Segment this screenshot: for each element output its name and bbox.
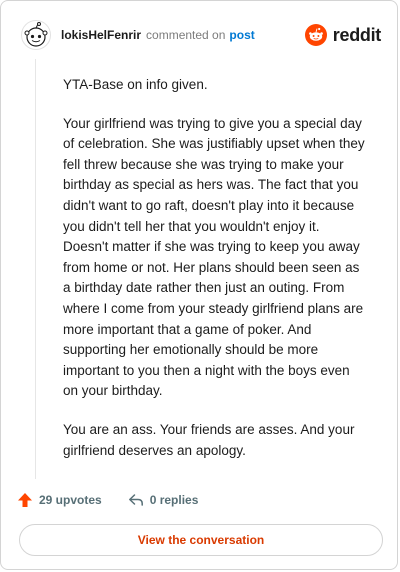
upvote-arrow-icon	[18, 493, 32, 507]
commented-on-text: commented on	[146, 28, 226, 42]
reply-button[interactable]: 0 replies	[128, 492, 199, 508]
reply-arrow-icon	[128, 494, 143, 506]
upvote-count: 29 upvotes	[39, 493, 102, 507]
comment-paragraph: YTA-Base on info given.	[63, 77, 208, 92]
reddit-brand[interactable]: reddit	[304, 24, 382, 46]
post-link[interactable]: post	[229, 28, 254, 42]
user-avatar[interactable]	[21, 20, 51, 50]
reddit-wordmark: reddit	[332, 24, 382, 45]
comment-card: lokisHelFenrir commented on post reddit …	[0, 0, 398, 570]
comment-paragraph: Your girlfriend was trying to give you a…	[63, 115, 365, 399]
comment-actions: 29 upvotes 0 replies	[17, 490, 198, 510]
comment-paragraph: You are an ass. Your friends are asses. …	[63, 421, 355, 458]
comment-body: YTA-Base on info given. Your girlfriend …	[63, 75, 368, 479]
comment-header: lokisHelFenrir commented on post reddit	[21, 19, 381, 51]
view-conversation-button[interactable]: View the conversation	[19, 524, 383, 556]
upvote-button[interactable]: 29 upvotes	[17, 492, 102, 508]
snoo-avatar-icon	[24, 22, 48, 47]
username[interactable]: lokisHelFenrir	[61, 28, 141, 42]
thread-line	[35, 59, 36, 479]
reddit-logo-icon	[304, 24, 327, 46]
reply-count: 0 replies	[149, 493, 199, 507]
